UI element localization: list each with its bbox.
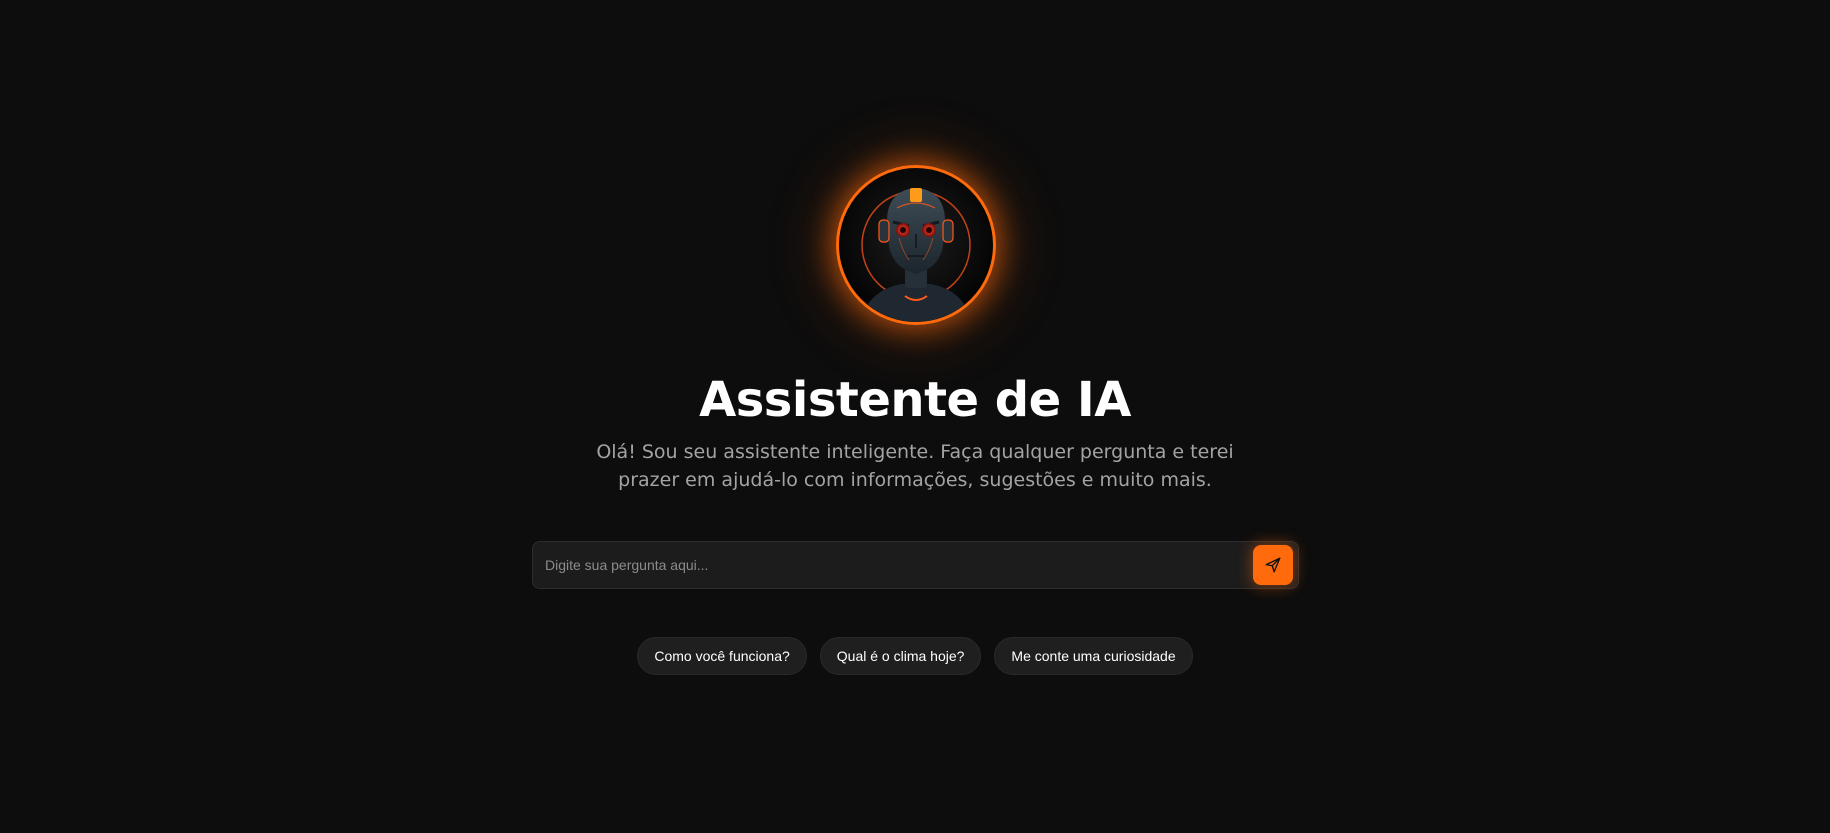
robot-avatar-icon xyxy=(836,165,996,325)
page-title: Assistente de IA xyxy=(699,372,1131,428)
page: Assistente de IA Olá! Sou seu assistente… xyxy=(0,0,1830,833)
suggestion-chip-curiosity[interactable]: Me conte uma curiosidade xyxy=(994,637,1193,675)
suggestion-chip-how-it-works[interactable]: Como você funciona? xyxy=(637,637,807,675)
robot-avatar-image xyxy=(859,188,973,322)
suggestion-list: Como você funciona? Qual é o clima hoje?… xyxy=(0,637,1830,675)
suggestion-chip-weather[interactable]: Qual é o clima hoje? xyxy=(819,637,982,675)
page-subtitle: Olá! Sou seu assistente inteligente. Faç… xyxy=(596,441,1234,491)
send-icon xyxy=(1265,557,1281,573)
send-button[interactable] xyxy=(1253,545,1293,585)
question-input[interactable] xyxy=(545,542,1235,588)
question-box xyxy=(532,541,1299,589)
